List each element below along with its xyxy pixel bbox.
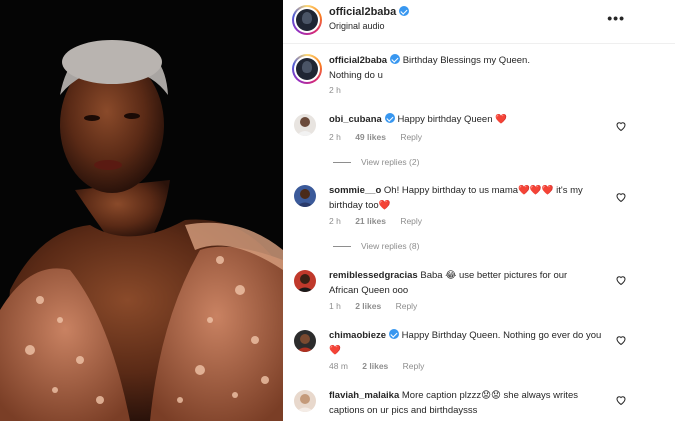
comment-time: 2 h [329,132,341,142]
comment-likes[interactable]: 2 likes [362,361,388,371]
reply-button[interactable]: Reply [403,361,425,371]
view-replies-button[interactable]: View replies (8) [333,241,419,251]
comment-text: sommie__o Oh! Happy birthday to us mama❤… [329,183,629,213]
comment-likes[interactable]: 2 likes [355,301,381,311]
comment-text: flaviah_malaika More caption plzzz😟😟 she… [329,388,629,418]
heart-outline-icon[interactable] [615,120,627,132]
comment-username[interactable]: remiblessedgracias [329,270,418,281]
caption-line2: Nothing do u [329,70,383,81]
post-header: official2baba Original audio ••• [283,0,675,44]
comment-time: 1 h [329,301,341,311]
view-replies-label: View replies (8) [361,241,420,251]
portrait-image [0,0,283,421]
avatar[interactable] [294,185,316,207]
caption-time: 2 h [329,85,341,95]
reply-button[interactable]: Reply [400,132,422,142]
comment-line2: African Queen ooo [329,285,409,296]
verified-badge-icon [399,6,410,16]
comment-line1: More caption plzzz😟😟 she always writes [401,390,578,401]
heart-outline-icon[interactable] [615,394,627,406]
heart-outline-icon[interactable] [615,274,627,286]
caption-author-avatar[interactable] [292,54,322,84]
avatar[interactable] [294,114,316,136]
comment-meta: 1 h 2 likes Reply [329,301,429,311]
comment-meta: 2 h 21 likes Reply [329,216,434,226]
heart-outline-icon[interactable] [615,334,627,346]
comment-text: remiblessedgracias Baba 😂 use better pic… [329,268,629,298]
comment-line2: captions on ur pics and birthdaysss [329,405,478,416]
caption-line1: Birthday Blessings my Queen. [402,55,530,66]
comment-username[interactable]: chimaobieze [329,330,386,341]
comment-time: 48 m [329,361,348,371]
author-avatar[interactable] [292,5,322,35]
comment-line1: Oh! Happy birthday to us mama❤️❤️❤️ it's… [383,185,583,196]
caption-meta: 2 h [329,85,353,95]
comment-line2: birthday too❤️ [329,200,391,211]
verified-badge-icon [389,329,400,339]
audio-label[interactable]: Original audio [329,21,385,31]
comment-line1: Happy Birthday Queen. Nothing go ever do… [401,330,602,341]
divider [333,246,351,248]
comment-meta: 48 m 2 likes Reply [329,361,436,371]
caption-username[interactable]: official2baba [329,55,387,66]
verified-badge-icon [384,113,395,123]
avatar[interactable] [294,390,316,412]
comment-time: 2 h [329,216,341,226]
view-replies-button[interactable]: View replies (2) [333,157,419,167]
comment-line2: ❤️ [329,345,341,356]
more-options-icon[interactable]: ••• [607,10,625,26]
reply-button[interactable]: Reply [400,216,422,226]
comment-meta: 2 h 49 likes Reply [329,132,434,142]
comment-line1: Happy birthday Queen ❤️ [397,114,507,125]
divider [333,162,351,164]
view-replies-label: View replies (2) [361,157,420,167]
avatar[interactable] [294,330,316,352]
comment-line1: Baba 😂 use better pictures for our [420,270,568,281]
avatar[interactable] [294,270,316,292]
comment-username[interactable]: obi_cubana [329,114,382,125]
post-details-panel: official2baba Original audio ••• officia… [283,0,675,421]
caption-text: official2baba Birthday Blessings my Quee… [329,53,629,83]
comment-username[interactable]: sommie__o [329,185,381,196]
comment-text: chimaobieze Happy Birthday Queen. Nothin… [329,328,629,358]
author-username[interactable]: official2baba [329,6,410,18]
reply-button[interactable]: Reply [396,301,418,311]
author-username-text[interactable]: official2baba [329,6,396,18]
comment-username[interactable]: flaviah_malaika [329,390,399,401]
comment-likes[interactable]: 49 likes [355,132,386,142]
verified-badge-icon [390,54,401,64]
heart-outline-icon[interactable] [615,191,627,203]
comment-text: obi_cubana Happy birthday Queen ❤️ [329,112,629,127]
post-photo[interactable] [0,0,283,421]
comment-likes[interactable]: 21 likes [355,216,386,226]
